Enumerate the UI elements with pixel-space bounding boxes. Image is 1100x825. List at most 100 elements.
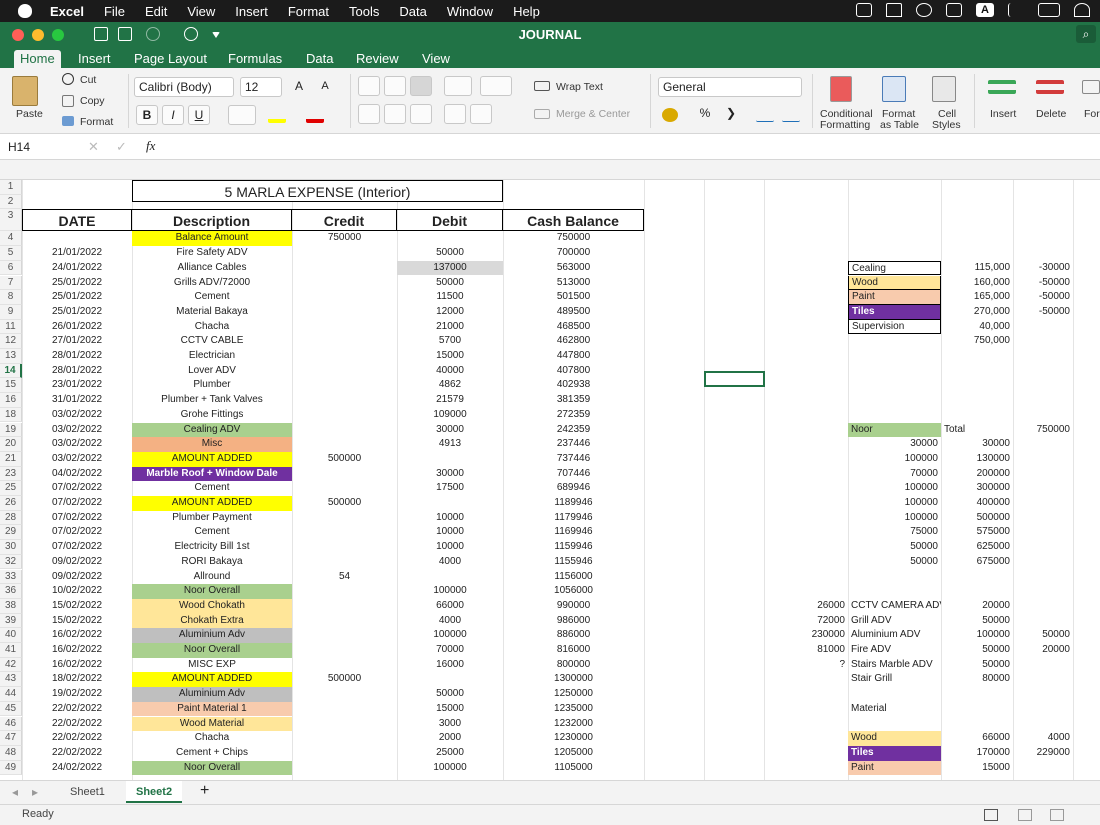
- apple-icon[interactable]: [18, 4, 32, 18]
- cell-e[interactable]: 750000: [503, 231, 644, 246]
- wrap-text-icon[interactable]: [534, 81, 550, 91]
- cell-c[interactable]: [292, 408, 397, 423]
- cell-b[interactable]: Cement: [132, 525, 292, 540]
- cell-b[interactable]: Noor Overall: [132, 584, 292, 599]
- cut-label[interactable]: Cut: [80, 74, 96, 86]
- row-number[interactable]: 1: [0, 180, 22, 195]
- tab-home[interactable]: Home: [14, 50, 61, 68]
- cell-e[interactable]: 462800: [503, 334, 644, 349]
- insert-cells-label[interactable]: Insert: [990, 108, 1016, 120]
- cell-a[interactable]: 03/02/2022: [22, 437, 132, 452]
- cell-n[interactable]: [1013, 320, 1073, 335]
- decrease-indent-icon[interactable]: [444, 104, 466, 124]
- cell-m[interactable]: 50000: [941, 643, 1013, 658]
- format-as-table-label-2[interactable]: as Table: [880, 119, 919, 131]
- cell-d[interactable]: 137000: [397, 260, 503, 276]
- cell-d[interactable]: 12000: [397, 305, 503, 320]
- cell-m[interactable]: 30000: [941, 437, 1013, 452]
- cell-n[interactable]: [1013, 614, 1073, 629]
- cell-m[interactable]: 50000: [941, 658, 1013, 673]
- cut-icon[interactable]: [62, 73, 74, 85]
- cell-m[interactable]: 20000: [941, 599, 1013, 614]
- cell-j[interactable]: 100000: [848, 496, 941, 511]
- wrap-text-button[interactable]: Wrap Text: [556, 81, 603, 93]
- cell-c[interactable]: 500000: [292, 672, 397, 687]
- cell-b[interactable]: Electrician: [132, 349, 292, 364]
- cell-d[interactable]: 50000: [397, 276, 503, 291]
- cell-b[interactable]: RORI Bakaya: [132, 555, 292, 570]
- cell-h[interactable]: 81000: [764, 643, 848, 658]
- cell-h[interactable]: [764, 334, 848, 349]
- name-box[interactable]: H14: [4, 137, 76, 157]
- cell-b[interactable]: Material Bakaya: [132, 305, 292, 320]
- volume-icon[interactable]: [946, 3, 962, 17]
- row-number[interactable]: 23: [0, 466, 22, 482]
- cell-d[interactable]: 25000: [397, 746, 503, 761]
- cell-c[interactable]: 54: [292, 570, 397, 585]
- cell-j[interactable]: 100000: [848, 511, 941, 526]
- cell-n[interactable]: 750000: [1013, 423, 1073, 438]
- cell-h[interactable]: [764, 452, 848, 467]
- cell-b[interactable]: Allround: [132, 570, 292, 585]
- cell-j[interactable]: 100000: [848, 481, 941, 496]
- cell-e[interactable]: 1300000: [503, 672, 644, 687]
- cell-c[interactable]: [292, 261, 397, 276]
- cell-d[interactable]: 50000: [397, 246, 503, 261]
- cell-c[interactable]: [292, 614, 397, 629]
- prev-sheet-icon[interactable]: ◂: [12, 785, 18, 799]
- cell-b[interactable]: Chacha: [132, 320, 292, 335]
- row-number[interactable]: 9: [0, 304, 22, 320]
- search-icon[interactable]: ⌕: [1076, 25, 1096, 43]
- cell-a[interactable]: 04/02/2022: [22, 467, 132, 482]
- add-sheet-icon[interactable]: +: [200, 782, 209, 800]
- cell-b[interactable]: AMOUNT ADDED: [132, 496, 292, 511]
- menu-insert[interactable]: Insert: [235, 4, 268, 19]
- cell-d[interactable]: 4862: [397, 378, 503, 393]
- row-number[interactable]: 32: [0, 554, 22, 570]
- cell-e[interactable]: 468500: [503, 320, 644, 335]
- menu-window[interactable]: Window: [447, 4, 493, 19]
- copy-label[interactable]: Copy: [80, 95, 105, 107]
- cell-j[interactable]: 75000: [848, 525, 941, 540]
- row-number[interactable]: 46: [0, 716, 22, 732]
- tab-formulas[interactable]: Formulas: [222, 50, 288, 68]
- cell-e[interactable]: 381359: [503, 393, 644, 408]
- cell-b[interactable]: AMOUNT ADDED: [132, 451, 292, 467]
- cell-c[interactable]: [292, 423, 397, 438]
- cell-a[interactable]: 07/02/2022: [22, 525, 132, 540]
- display-icon[interactable]: [856, 3, 872, 17]
- cell-n[interactable]: -50000: [1013, 276, 1073, 291]
- cell-h[interactable]: [764, 702, 848, 717]
- cell-m[interactable]: 15000: [941, 761, 1013, 776]
- cell-h[interactable]: [764, 276, 848, 291]
- cell-a[interactable]: 09/02/2022: [22, 570, 132, 585]
- cell-e[interactable]: 1205000: [503, 746, 644, 761]
- cell-n[interactable]: [1013, 540, 1073, 555]
- delete-cells-label[interactable]: Delete: [1036, 108, 1066, 120]
- row-number[interactable]: 39: [0, 613, 22, 629]
- cell-n[interactable]: 20000: [1013, 643, 1073, 658]
- cell-a[interactable]: 28/01/2022: [22, 364, 132, 379]
- cell-j[interactable]: 100000: [848, 452, 941, 467]
- cell-e[interactable]: 1105000: [503, 761, 644, 776]
- cell-a[interactable]: 15/02/2022: [22, 614, 132, 629]
- cell-j[interactable]: 30000: [848, 437, 941, 452]
- row-number[interactable]: 16: [0, 393, 22, 408]
- row-number[interactable]: 7: [0, 275, 22, 291]
- row-number[interactable]: 18: [0, 407, 22, 423]
- vlc-icon[interactable]: [886, 3, 902, 17]
- page-layout-view-icon[interactable]: [1018, 809, 1032, 821]
- cell-c[interactable]: [292, 687, 397, 702]
- cell-a[interactable]: 22/02/2022: [22, 717, 132, 732]
- format-painter-icon[interactable]: [62, 116, 74, 126]
- cell-b[interactable]: Description: [132, 209, 292, 232]
- cell-c[interactable]: Credit: [292, 209, 397, 232]
- cell-b[interactable]: Noor Overall: [132, 643, 292, 658]
- cell-n[interactable]: [1013, 481, 1073, 496]
- cell-c[interactable]: [292, 717, 397, 732]
- cell-e[interactable]: 990000: [503, 599, 644, 614]
- cell-b[interactable]: MISC EXP: [132, 658, 292, 673]
- cell-e[interactable]: 237446: [503, 437, 644, 452]
- row-number[interactable]: 41: [0, 643, 22, 658]
- cell-e[interactable]: 1230000: [503, 731, 644, 746]
